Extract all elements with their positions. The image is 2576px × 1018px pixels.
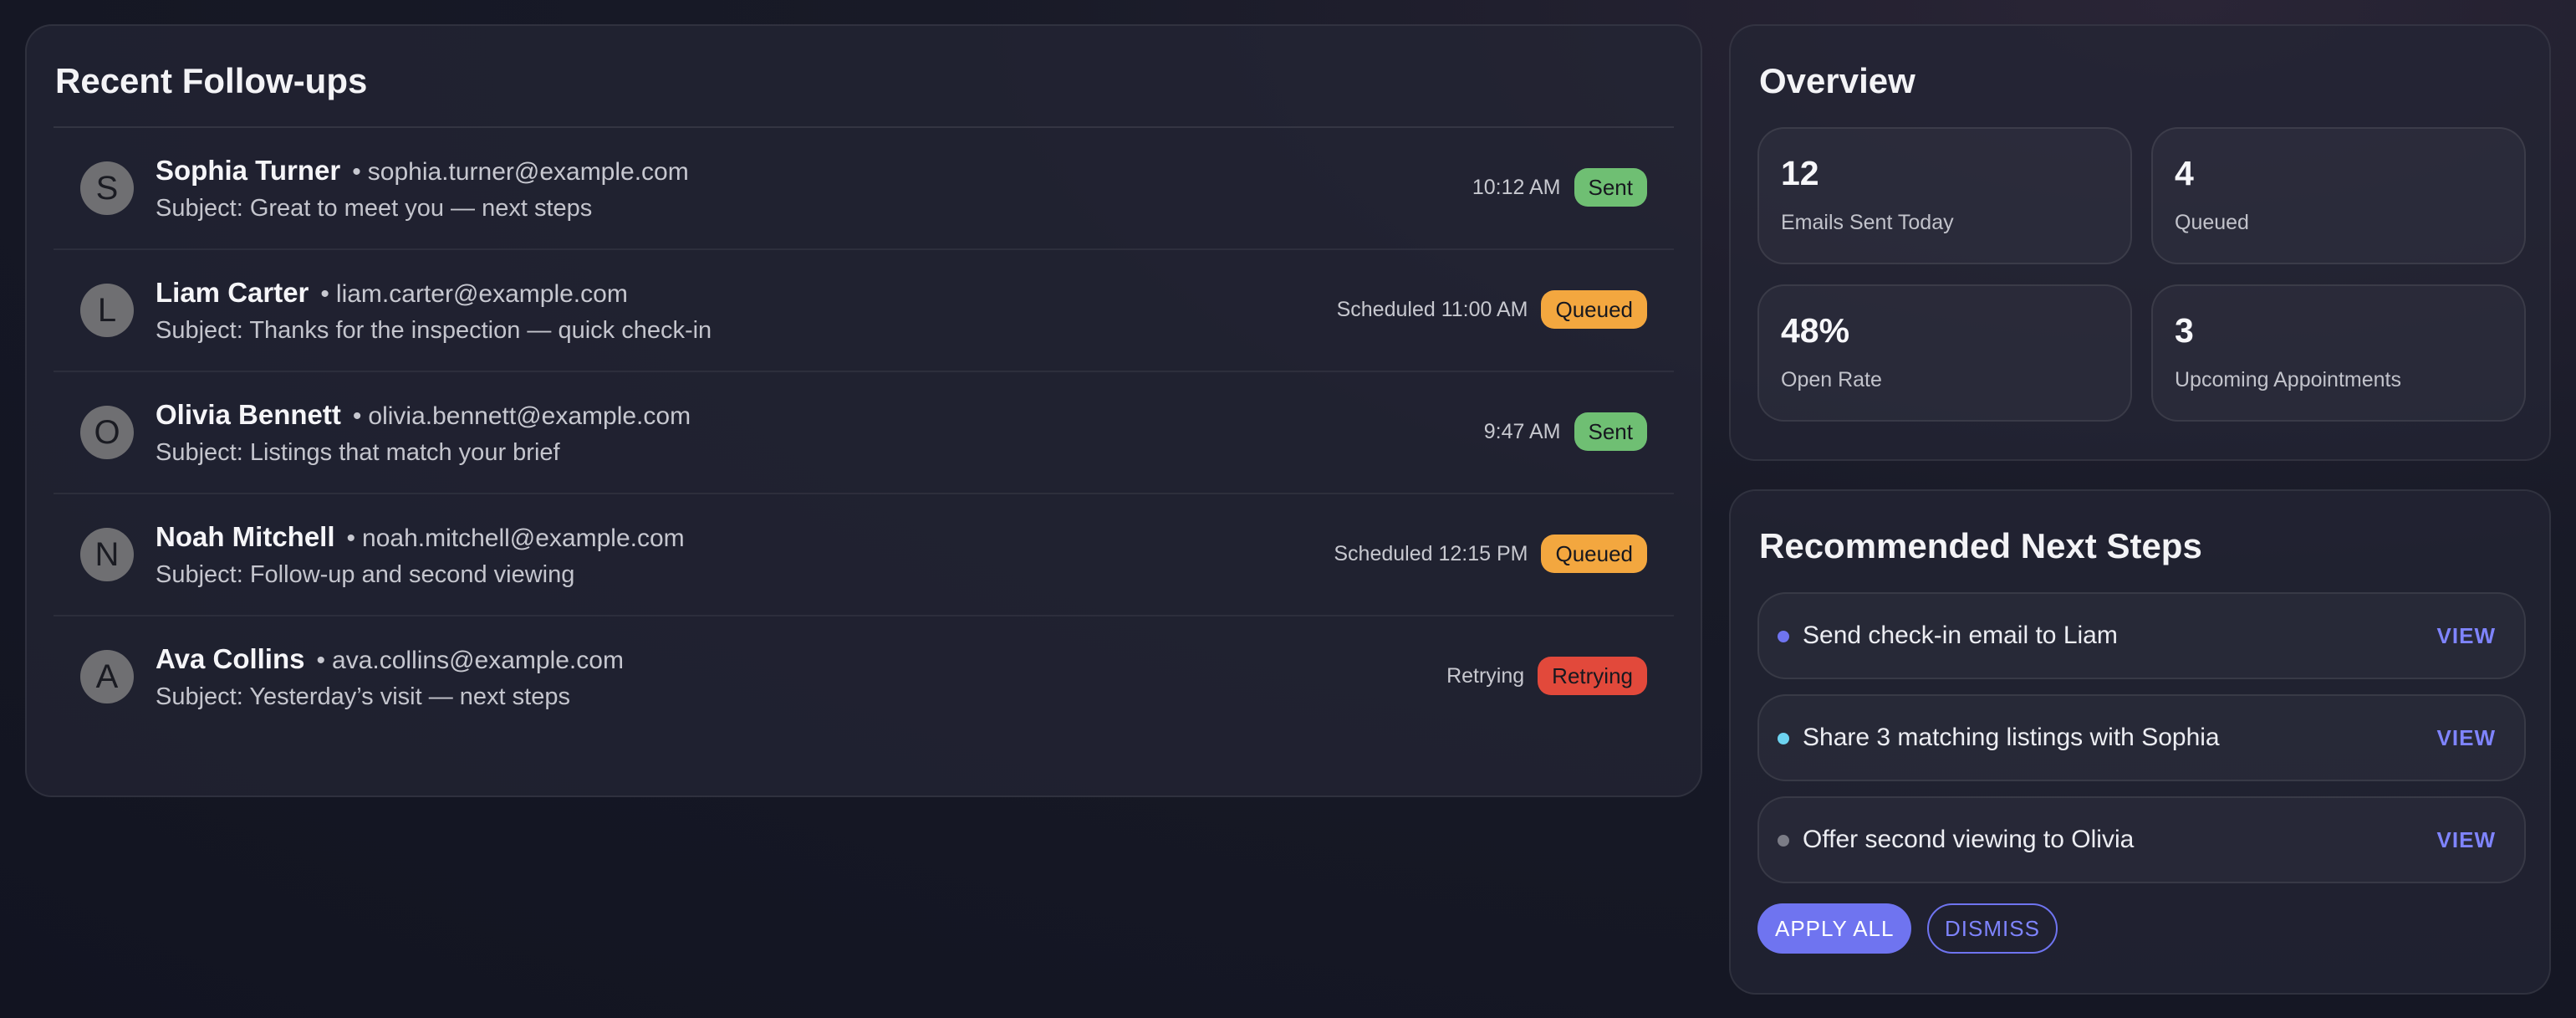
- stat-card-upcoming-appointments: 3 Upcoming Appointments: [2151, 284, 2526, 422]
- view-link[interactable]: VIEW: [2437, 825, 2496, 855]
- row-meta: Scheduled 11:00 AM Queued: [1337, 290, 1647, 329]
- followup-row-ava[interactable]: A Ava Collins ava.collins@example.com Sub…: [54, 616, 1674, 737]
- followup-list: S Sophia Turner sophia.turner@example.com…: [54, 128, 1674, 737]
- contact-line: Noah Mitchell noah.mitchell@example.com: [156, 518, 685, 562]
- view-link[interactable]: VIEW: [2437, 621, 2496, 651]
- stat-label: Emails Sent Today: [1781, 211, 1954, 234]
- stat-value: 4: [2175, 154, 2194, 192]
- view-link[interactable]: VIEW: [2437, 723, 2496, 753]
- contact-line: Olivia Bennett olivia.bennett@example.com: [156, 396, 691, 440]
- email-subject: Subject: Follow-up and second viewing: [156, 561, 575, 588]
- contact-name: Noah Mitchell: [156, 521, 335, 552]
- send-time: 9:47 AM: [1483, 419, 1561, 443]
- contact-name: Olivia Bennett: [156, 399, 341, 430]
- row-meta: Retrying Retrying: [1446, 657, 1647, 695]
- stat-value: 48%: [1781, 311, 1850, 350]
- row-meta: 10:12 AM Sent: [1472, 168, 1647, 207]
- step-text: Share 3 matching listings with Sophia: [1803, 724, 2220, 751]
- avatar: L: [80, 284, 134, 337]
- email-subject: Subject: Great to meet you — next steps: [156, 195, 593, 222]
- followup-row-noah[interactable]: N Noah Mitchell noah.mitchell@example.com…: [54, 494, 1674, 616]
- avatar: O: [80, 406, 134, 459]
- email-subject: Subject: Thanks for the inspection — qui…: [156, 317, 712, 344]
- stat-label: Open Rate: [1781, 368, 1882, 391]
- stat-label: Upcoming Appointments: [2175, 368, 2401, 391]
- status-badge: Retrying: [1538, 657, 1647, 695]
- status-badge: Sent: [1574, 412, 1647, 451]
- dismiss-button[interactable]: DISMISS: [1927, 903, 2058, 954]
- row-meta: Scheduled 12:15 PM Queued: [1334, 535, 1647, 573]
- stat-label: Queued: [2175, 211, 2249, 234]
- step-text: Offer second viewing to Olivia: [1803, 826, 2135, 853]
- stat-value: 3: [2175, 311, 2194, 350]
- bullet-dot-icon: [1778, 733, 1789, 744]
- avatar: N: [80, 528, 134, 581]
- step-text: Send check-in email to Liam: [1803, 622, 2118, 649]
- contact-email: ava.collins@example.com: [317, 647, 624, 674]
- recent-followups-panel: Recent Follow-ups S Sophia Turner sophia.…: [25, 24, 1702, 797]
- step-item-share-listings-sophia: Share 3 matching listings with Sophia VI…: [1757, 694, 2526, 781]
- contact-email: olivia.bennett@example.com: [353, 402, 691, 430]
- status-badge: Sent: [1574, 168, 1647, 207]
- contact-name: Liam Carter: [156, 277, 309, 308]
- followup-row-liam[interactable]: L Liam Carter liam.carter@example.com Sub…: [54, 250, 1674, 372]
- contact-name: Sophia Turner: [156, 155, 341, 186]
- step-item-second-viewing-olivia: Offer second viewing to Olivia VIEW: [1757, 796, 2526, 883]
- row-meta: 9:47 AM Sent: [1484, 412, 1647, 451]
- bullet-dot-icon: [1778, 835, 1789, 847]
- step-item-check-in-liam: Send check-in email to Liam VIEW: [1757, 592, 2526, 679]
- send-time: Scheduled 12:15 PM: [1334, 541, 1528, 565]
- send-time: Scheduled 11:00 AM: [1336, 297, 1528, 321]
- status-badge: Queued: [1541, 290, 1647, 329]
- status-badge: Queued: [1541, 535, 1647, 573]
- contact-email: noah.mitchell@example.com: [347, 524, 685, 552]
- avatar: A: [80, 650, 134, 703]
- overview-panel: Overview 12 Emails Sent Today 4 Queued 4…: [1729, 24, 2551, 461]
- recent-followups-title: Recent Follow-ups: [55, 61, 368, 100]
- contact-line: Liam Carter liam.carter@example.com: [156, 274, 628, 318]
- contact-email: sophia.turner@example.com: [352, 158, 688, 186]
- stat-card-open-rate: 48% Open Rate: [1757, 284, 2132, 422]
- followup-row-olivia[interactable]: O Olivia Bennett olivia.bennett@example.c…: [54, 372, 1674, 494]
- contact-line: Sophia Turner sophia.turner@example.com: [156, 151, 689, 196]
- apply-all-button[interactable]: APPLY ALL: [1757, 903, 1912, 954]
- overview-title: Overview: [1759, 61, 1915, 100]
- contact-line: Ava Collins ava.collins@example.com: [156, 640, 624, 684]
- contact-email: liam.carter@example.com: [320, 280, 627, 308]
- stat-card-emails-sent: 12 Emails Sent Today: [1757, 127, 2132, 264]
- send-time: 10:12 AM: [1472, 175, 1561, 199]
- next-steps-title: Recommended Next Steps: [1759, 526, 2202, 565]
- followup-row-sophia[interactable]: S Sophia Turner sophia.turner@example.com…: [54, 128, 1674, 250]
- email-subject: Subject: Listings that match your brief: [156, 439, 560, 466]
- bullet-dot-icon: [1778, 631, 1789, 642]
- email-subject: Subject: Yesterday’s visit — next steps: [156, 683, 570, 710]
- contact-name: Ava Collins: [156, 643, 305, 674]
- recommended-next-steps-panel: Recommended Next Steps Send check-in ema…: [1729, 489, 2551, 995]
- send-time: Retrying: [1446, 663, 1525, 688]
- stat-value: 12: [1781, 154, 1819, 192]
- avatar: S: [80, 161, 134, 215]
- stat-card-queued: 4 Queued: [2151, 127, 2526, 264]
